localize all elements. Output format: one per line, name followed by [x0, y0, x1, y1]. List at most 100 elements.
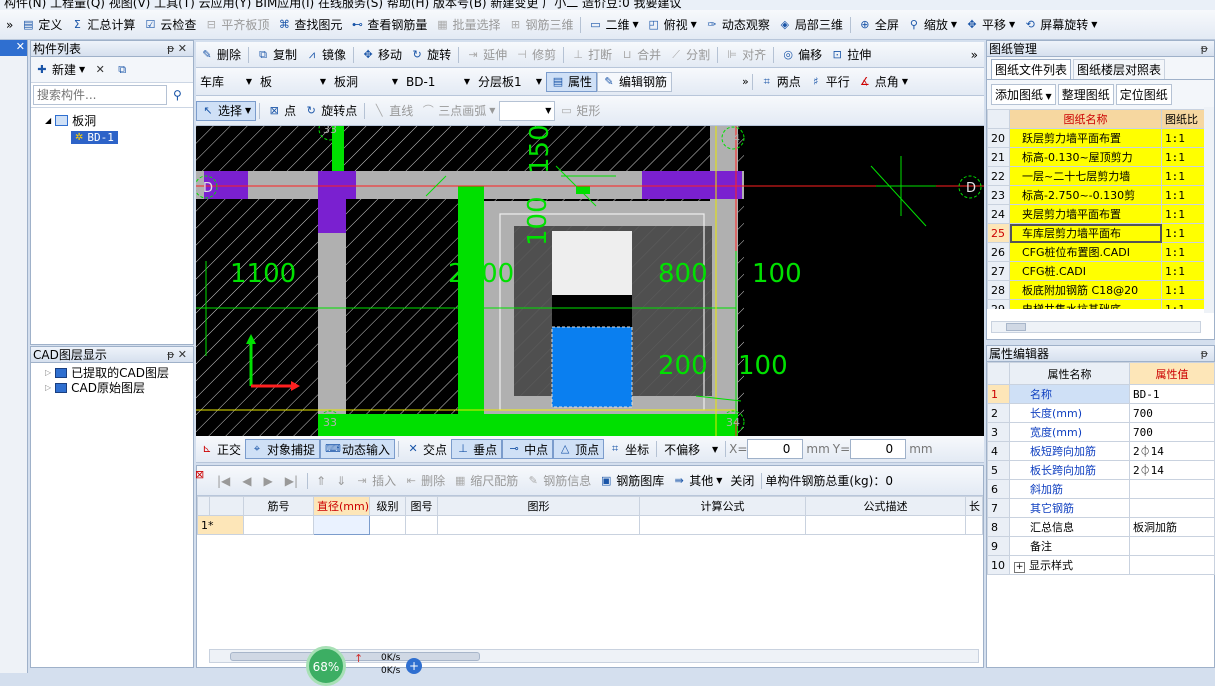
col-header[interactable]: 图号	[405, 496, 438, 516]
midpoint-button[interactable]: ⊸ 中点	[502, 439, 554, 459]
expand-icon[interactable]: +	[1014, 562, 1025, 573]
edit_toolbar-button-4[interactable]: ↻ 旋转	[406, 45, 455, 65]
toolbar1-button-5[interactable]: ⊷ 查看钢筋量	[346, 15, 431, 35]
organize-drawing-button[interactable]: 整理图纸	[1057, 84, 1114, 105]
close-rebar-button[interactable]: 关闭	[726, 471, 758, 491]
property-value[interactable]: 700	[1129, 422, 1215, 442]
search-icon[interactable]: ⚲	[173, 88, 182, 102]
move-up-icon[interactable]: ⇑	[316, 474, 326, 488]
property-row[interactable]: 2 长度(mm) 700	[987, 403, 1215, 423]
col-header[interactable]: 图纸名称	[1009, 109, 1162, 129]
tab-drawing-files[interactable]: 图纸文件列表	[991, 59, 1072, 79]
toolbar1-button-4[interactable]: ⌘ 查找图元	[273, 15, 346, 35]
tab-floor-mapping[interactable]: 图纸楼层对照表	[1073, 59, 1166, 79]
property-row[interactable]: 6 斜加筋	[987, 479, 1215, 499]
dock-close-icon[interactable]: ✕	[0, 40, 27, 56]
toolbar1-button-12[interactable]: ⊕ 全屏	[854, 15, 903, 35]
rotate-point-button[interactable]: ↻ 旋转点	[300, 101, 361, 121]
nav-next-icon[interactable]: ▶	[264, 474, 273, 488]
floor-select[interactable]: 车库 ▼	[196, 72, 256, 92]
property-value[interactable]	[1129, 498, 1215, 518]
rect-button[interactable]: ▭ 矩形	[555, 101, 604, 121]
col-header[interactable]: 筋号	[243, 496, 314, 516]
edit_toolbar-button-11[interactable]: ◎ 偏移	[777, 45, 826, 65]
delete-row-button[interactable]: ⇤ 删除	[400, 471, 449, 491]
property-value[interactable]	[1129, 479, 1215, 499]
table-row[interactable]: 21 标高-0.130~屋顶剪力 1:1	[987, 147, 1214, 167]
table-row[interactable]: 20 跃层剪力墙平面布置 1:1	[987, 128, 1214, 148]
property-row[interactable]: 9 备注	[987, 536, 1215, 556]
edit_toolbar-button-1[interactable]: ⧉ 复制	[252, 45, 301, 65]
overflow-chevron-icon[interactable]: »	[742, 75, 749, 88]
table-row[interactable]: 1*	[197, 515, 983, 535]
property-value[interactable]: 2⏀14	[1129, 441, 1215, 461]
close-panel-icon[interactable]: ⊠	[195, 468, 204, 481]
edit_toolbar-button-10[interactable]: ⊫ 对齐	[721, 45, 770, 65]
table-row[interactable]: 23 标高-2.750~-0.130剪 1:1	[987, 185, 1214, 205]
property-row[interactable]: 3 宽度(mm) 700	[987, 422, 1215, 442]
col-header[interactable]: 计算公式	[639, 496, 806, 516]
line-button[interactable]: ╲ 直线	[368, 101, 417, 121]
property-value[interactable]: 2⏀14	[1129, 460, 1215, 480]
subtype-select[interactable]: 板洞 ▼	[330, 72, 402, 92]
property-value[interactable]	[1129, 536, 1215, 556]
col-header[interactable]: 级别	[369, 496, 406, 516]
edit_toolbar-button-2[interactable]: ⩘ 镜像	[301, 45, 350, 65]
delete-component-button[interactable]: ✕	[89, 60, 111, 80]
table-row[interactable]: 22 一层~二十七层剪力墙 1:1	[987, 166, 1214, 186]
component-select[interactable]: BD-1 ▼	[402, 72, 474, 92]
property-row[interactable]: 8 汇总信息 板洞加筋	[987, 517, 1215, 537]
cad-layer-item[interactable]: ▷ 已提取的CAD图层	[45, 365, 193, 380]
property-row[interactable]: 1 名称 BD-1	[987, 384, 1215, 404]
col-header[interactable]: 长	[965, 496, 983, 516]
coordinate-button[interactable]: ⌗ 坐标	[604, 439, 653, 459]
property-row[interactable]: 4 板短跨向加筋 2⏀14	[987, 441, 1215, 461]
toolbar1-button-9[interactable]: ◰ 俯视 ▼	[643, 15, 701, 35]
table-row[interactable]: 29电梯井集水坑基础底1:1	[987, 299, 1214, 309]
perpendicular-button[interactable]: ⊥ 垂点	[451, 439, 503, 459]
edit_toolbar-button-12[interactable]: ⊡ 拉伸	[826, 45, 875, 65]
edit_toolbar-button-9[interactable]: ⟋ 分割	[665, 45, 714, 65]
toolbar1-button-11[interactable]: ◈ 局部三维	[774, 15, 847, 35]
col-header[interactable]: 直径(mm)	[313, 496, 370, 516]
dynamic-input-button[interactable]: ⌨ 动态输入	[320, 439, 396, 459]
ortho-button[interactable]: ⊾ 正交	[196, 439, 245, 459]
offset-mode-select[interactable]: 不偏移 ▼	[660, 439, 722, 459]
toolbar1-button-7[interactable]: ⊞ 钢筋三维	[504, 15, 577, 35]
vertical-scrollbar[interactable]	[1204, 107, 1214, 313]
table-row[interactable]: 26 CFG桩位布置图.CADI 1:1	[987, 242, 1214, 262]
overflow-chevron-icon[interactable]: »	[971, 48, 984, 62]
cad-canvas[interactable]: 1100 2800 800 100 200 100 150 100 D D 34…	[196, 126, 984, 436]
layer-select[interactable]: 分层板1 ▼	[474, 72, 546, 92]
edit_toolbar-button-6[interactable]: ⊣ 修剪	[511, 45, 560, 65]
toolbar1-button-2[interactable]: ☑ 云检查	[139, 15, 200, 35]
edit-rebar-button[interactable]: ✎ 编辑钢筋	[597, 71, 673, 92]
nav-prev-icon[interactable]: ◀	[242, 474, 251, 488]
toolbar1-button-13[interactable]: ⚲ 缩放 ▼	[903, 15, 961, 35]
progress-circle[interactable]: 68%	[306, 646, 346, 686]
menu-bar-text[interactable]: 构件(N) 工程量(Q) 视图(V) 工具(T) 云应用(Y) BIM应用(I)…	[4, 0, 1215, 10]
nav-last-icon[interactable]: ▶|	[285, 474, 298, 488]
tree-expand-icon[interactable]: ▷	[45, 383, 51, 392]
toolbar1-button-8[interactable]: ▭ 二维 ▼	[584, 15, 642, 35]
cad-layer-item[interactable]: ▷ CAD原始图层	[45, 380, 193, 395]
property-value[interactable]	[1129, 555, 1215, 575]
copy-component-button[interactable]: ⧉	[111, 60, 133, 80]
table-row[interactable]: 28 板底附加钢筋 C18@20 1:1	[987, 280, 1214, 300]
property-value[interactable]: 700	[1129, 403, 1215, 423]
table-row[interactable]: 27 CFG桩.CADI 1:1	[987, 261, 1214, 281]
select-button[interactable]: ↖ 选择 ▼	[196, 100, 257, 121]
new-component-button[interactable]: ✚ 新建 ▼	[31, 60, 89, 80]
edit_toolbar-button-8[interactable]: ⊔ 合并	[616, 45, 665, 65]
overflow-chevron-icon[interactable]: »	[6, 18, 13, 32]
property-row[interactable]: 10 + 显示样式	[987, 555, 1215, 575]
insert-row-button[interactable]: ⇥ 插入	[351, 471, 400, 491]
tree-root[interactable]: ◢ 板洞	[45, 112, 193, 129]
locate-drawing-button[interactable]: 定位图纸	[1115, 84, 1172, 105]
scale-rebar-button[interactable]: ▦ 缩尺配筋	[449, 471, 522, 491]
pin-close-icon[interactable]: ᵽ ✕	[167, 347, 193, 362]
edit_toolbar-button-5[interactable]: ⇥ 延伸	[462, 45, 511, 65]
tree-item-bd1[interactable]: ✲ BD-1	[71, 131, 118, 144]
arc-button[interactable]: ⌒ 三点画弧 ▼	[417, 101, 499, 121]
edit_toolbar-button-3[interactable]: ✥ 移动	[357, 45, 406, 65]
